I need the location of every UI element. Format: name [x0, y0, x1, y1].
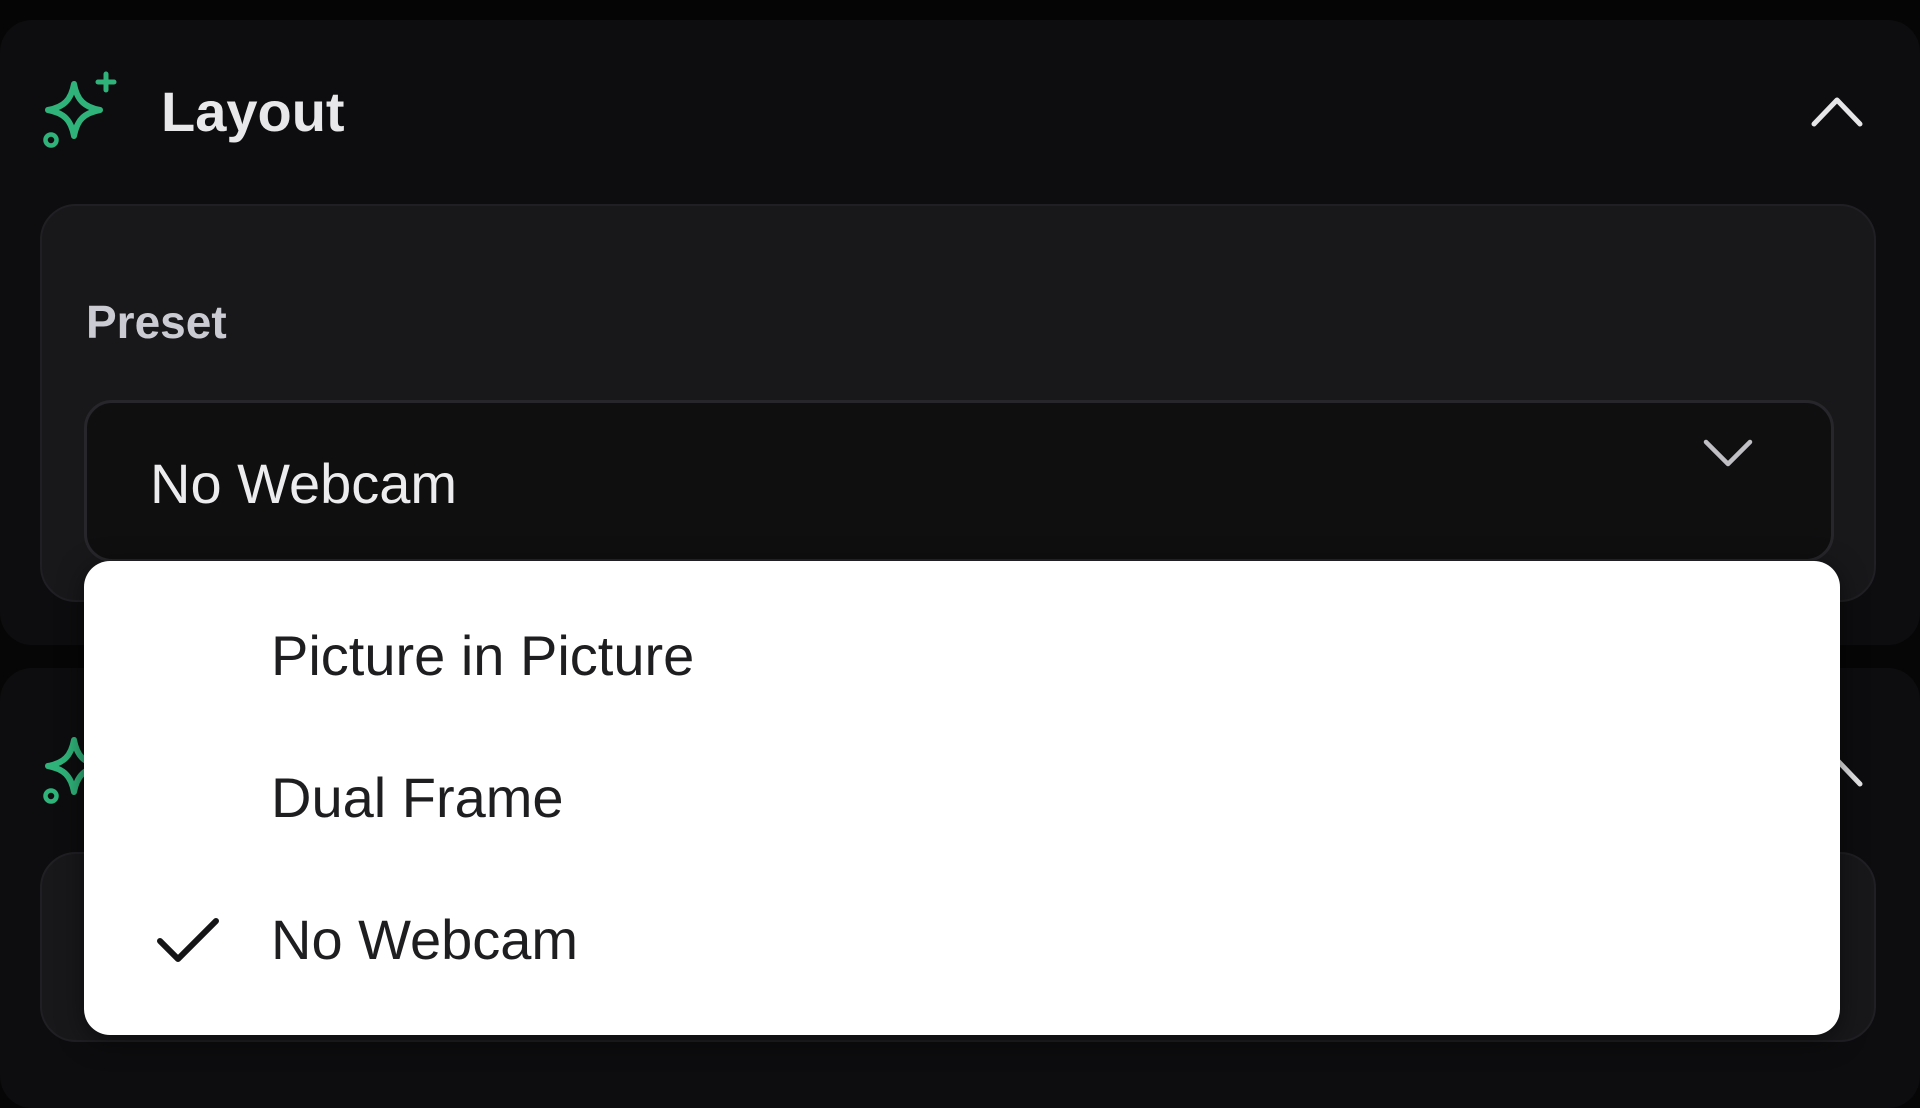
menu-item-dual-frame[interactable]: Dual Frame	[84, 727, 1840, 869]
preset-field-card: Preset No Webcam	[40, 204, 1876, 602]
chevron-up-icon[interactable]	[1800, 80, 1875, 140]
preset-label: Preset	[86, 296, 227, 348]
preset-dropdown-menu: Picture in Picture Dual Frame No Webcam	[84, 561, 1840, 1035]
preset-select[interactable]: No Webcam	[84, 400, 1834, 562]
menu-item-no-webcam[interactable]: No Webcam	[84, 869, 1840, 1011]
layout-panel-title: Layout	[161, 80, 345, 143]
menu-item-label: Dual Frame	[271, 766, 564, 829]
menu-item-label: No Webcam	[271, 908, 579, 971]
menu-item-label: Picture in Picture	[271, 624, 695, 687]
menu-item-picture-in-picture[interactable]: Picture in Picture	[84, 585, 1840, 727]
check-icon	[157, 918, 219, 962]
window-top-strip	[0, 0, 1920, 20]
preset-select-value: No Webcam	[150, 452, 458, 515]
sparkle-icon	[43, 71, 117, 148]
chevron-down-icon[interactable]	[1700, 432, 1756, 472]
